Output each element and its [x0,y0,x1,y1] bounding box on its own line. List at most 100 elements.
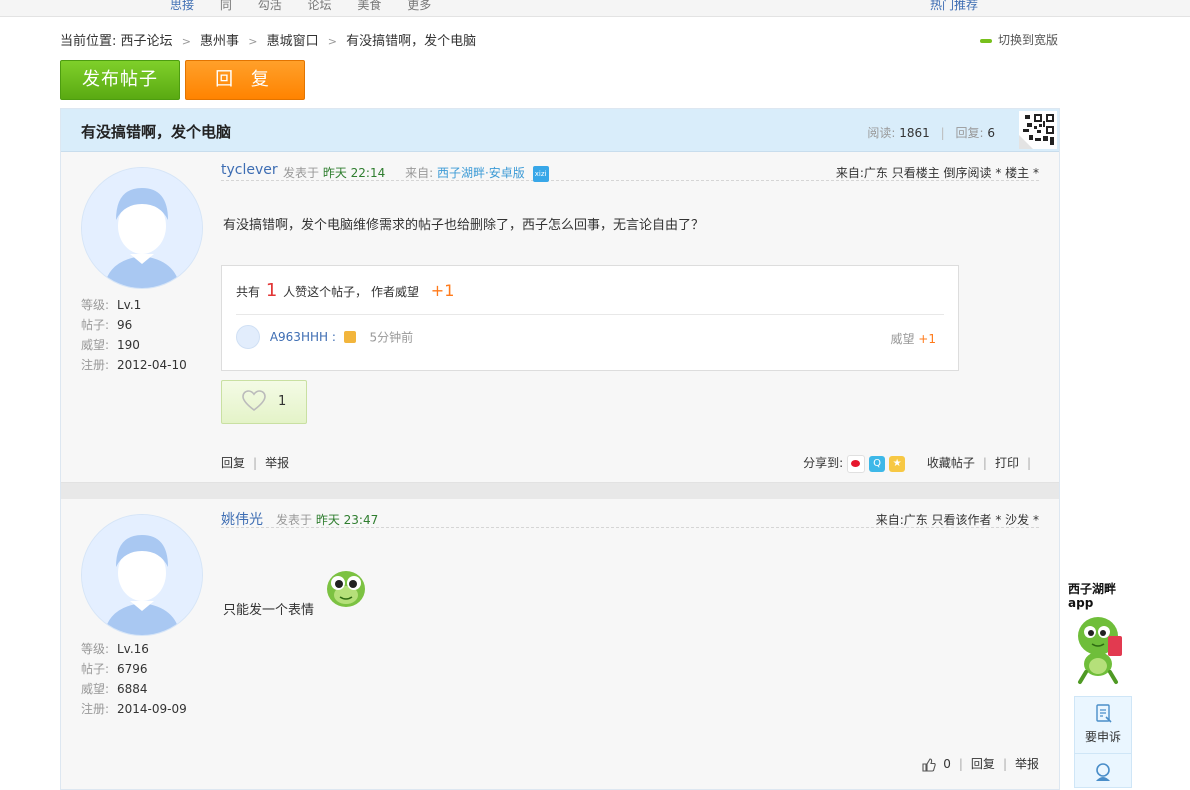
app-brand-line: 西子湖畔 [1068,582,1117,596]
post-content: 有没搞错啊，发个电脑维修需求的帖子也给删除了，西子怎么回事，无言论自由了？ [223,218,705,233]
stat-key: 威望: [81,338,110,352]
breadcrumb: 当前位置: 西子论坛 > 惠州事 > 惠城窗口 > 有没搞错啊，发个电脑 [60,30,476,49]
top-nav-item[interactable]: 美食 [357,0,381,12]
reply-link[interactable]: 回复 [971,757,995,771]
report-link[interactable]: 举报 [265,456,289,470]
top-nav-item[interactable]: 思接 [170,0,194,12]
floating-sidebar: 西子湖畔 app 要申诉 [1068,582,1138,788]
like-pre: 共有 [236,285,261,299]
stat-value: Lv.1 [117,298,142,312]
top-nav-item[interactable]: 论坛 [308,0,332,12]
divider [236,314,944,315]
read-label: 阅读: [867,126,896,140]
from-source-link[interactable]: 西子湖畔·安卓版 [437,166,525,180]
report-link[interactable]: 举报 [1015,757,1039,771]
author-link[interactable]: 姚伟光 [221,509,263,529]
like-summary: 共有 1 人赞这个帖子， 作者威望 +1 [236,280,454,301]
switch-wide-button[interactable]: 切换到宽版 [980,31,1058,48]
liker-avatar[interactable] [236,325,260,349]
qq-icon[interactable]: Q [869,455,886,472]
avatar[interactable] [81,167,203,289]
app-brand[interactable]: 西子湖畔 app [1068,582,1138,610]
liker-sep: : [331,330,336,344]
thread-container: 有没搞错啊，发个电脑 阅读: 1861 | 回复: 6 等级: Lv.1 帖子:… [60,108,1060,790]
breadcrumb-link[interactable]: 惠城窗口 [267,34,319,49]
weibo-icon[interactable] [847,454,866,473]
breadcrumb-link[interactable]: 西子论坛 [121,34,173,49]
stat-key: 注册: [81,358,110,372]
post-content: 只能发一个表情 [223,603,315,618]
stat-key: 注册: [81,702,110,716]
user-stats: 等级: Lv.16 帖子: 6796 威望: 6884 注册: 2014-09-09 [81,639,187,719]
customer-service-button[interactable] [1075,761,1131,786]
like-count-big: 1 [265,280,278,301]
qzone-icon[interactable]: ★ [889,455,906,472]
liker-row: A963HHH : 5分钟前 [236,325,413,349]
xizi-app-icon[interactable]: xizi [532,165,549,182]
top-nav-right[interactable]: 热门推荐 [930,0,978,13]
like-button[interactable]: 1 [221,380,307,424]
favorite-link[interactable]: 收藏帖子 [927,456,975,470]
stat-value: 6884 [117,682,148,696]
app-brand-line: app [1068,596,1094,610]
thumbs-up-icon[interactable] [922,757,937,772]
stat-key: 等级: [81,642,110,656]
stat-key: 帖子: [81,318,110,332]
post-right-meta[interactable]: 来自:广东 只看该作者 * 沙发 * [876,511,1039,528]
top-nav-bar: 思接 同 勾活 论坛 美食 更多 热门推荐 [0,0,1190,17]
heart-icon [242,390,266,412]
complain-icon [1096,704,1112,723]
post-meta: 发表于 昨天 23:47 [276,511,378,528]
stat-value: 2014-09-09 [117,702,187,716]
posted-time: 昨天 23:47 [315,513,379,527]
post-actions: 0 | 回复 | 举报 [922,755,1039,772]
stat-value: 6796 [117,662,148,676]
liker-name[interactable]: A963HHH [270,330,328,344]
page-fold-icon [1019,135,1033,149]
stat-key: 威望: [81,682,110,696]
user-stats: 等级: Lv.1 帖子: 96 威望: 190 注册: 2012-04-10 [81,295,187,375]
breadcrumb-current[interactable]: 有没搞错啊，发个电脑 [346,34,476,49]
share-bar: 分享到: Q ★ 收藏帖子 | 打印 | [803,454,1039,473]
post-footer: 回复 | 举报 分享到: Q ★ 收藏帖子 | 打印 | [221,454,1039,473]
post-header: tyclever 发表于 昨天 22:14 来自: 西子湖畔·安卓版 xizi … [221,152,1039,182]
new-post-button[interactable]: 发布帖子 [60,60,180,100]
stat-key: 等级: [81,298,110,312]
top-nav-item[interactable]: 勾活 [258,0,282,12]
chevron-right-icon: > [327,35,337,48]
print-link[interactable]: 打印 [995,456,1019,470]
site-logo[interactable] [58,0,148,10]
post-meta: 发表于 昨天 22:14 来自: 西子湖畔·安卓版 xizi [283,164,549,182]
stat-key: 帖子: [81,662,110,676]
stat-value: 2012-04-10 [117,358,187,372]
top-nav-item[interactable]: 同 [220,0,232,12]
thread-header: 有没搞错啊，发个电脑 阅读: 1861 | 回复: 6 [61,109,1059,152]
avatar[interactable] [81,514,203,636]
complain-button[interactable]: 要申诉 [1075,703,1131,745]
reward-info: 威望 +1 [890,330,936,347]
sidebar-button-group: 要申诉 [1074,696,1132,788]
post-item: 等级: Lv.16 帖子: 6796 威望: 6884 注册: 2014-09-09 姚… [61,499,1059,789]
reply-count: 6 [987,126,995,140]
top-nav: 思接 同 勾活 论坛 美食 更多 [170,0,453,13]
chevron-right-icon: > [181,35,191,48]
chevron-right-icon: > [248,35,258,48]
reply-button[interactable]: 回 复 [185,60,305,100]
post-right-meta[interactable]: 来自:广东 只看楼主 倒序阅读 * 楼主 * [836,164,1039,181]
reward-label: 威望 [890,332,915,346]
thumbs-up-icon [343,331,356,343]
thread-title: 有没搞错啊，发个电脑 [81,123,232,141]
author-link[interactable]: tyclever [221,162,278,178]
posted-label: 发表于 [276,513,313,527]
thread-stats: 阅读: 1861 | 回复: 6 [867,126,995,140]
top-nav-item[interactable]: 更多 [407,0,431,12]
posted-time: 昨天 22:14 [322,166,386,180]
reply-label: 回复: [955,126,984,140]
reply-link[interactable]: 回复 [221,456,245,470]
turtle-mascot-icon[interactable] [1072,612,1128,686]
breadcrumb-link[interactable]: 惠州事 [200,34,239,49]
post-item: 等级: Lv.1 帖子: 96 威望: 190 注册: 2012-04-10 tycle… [61,152,1059,482]
share-label: 分享到: [803,456,844,470]
qr-code-icon[interactable] [1019,111,1057,149]
stat-value: 190 [117,338,140,352]
